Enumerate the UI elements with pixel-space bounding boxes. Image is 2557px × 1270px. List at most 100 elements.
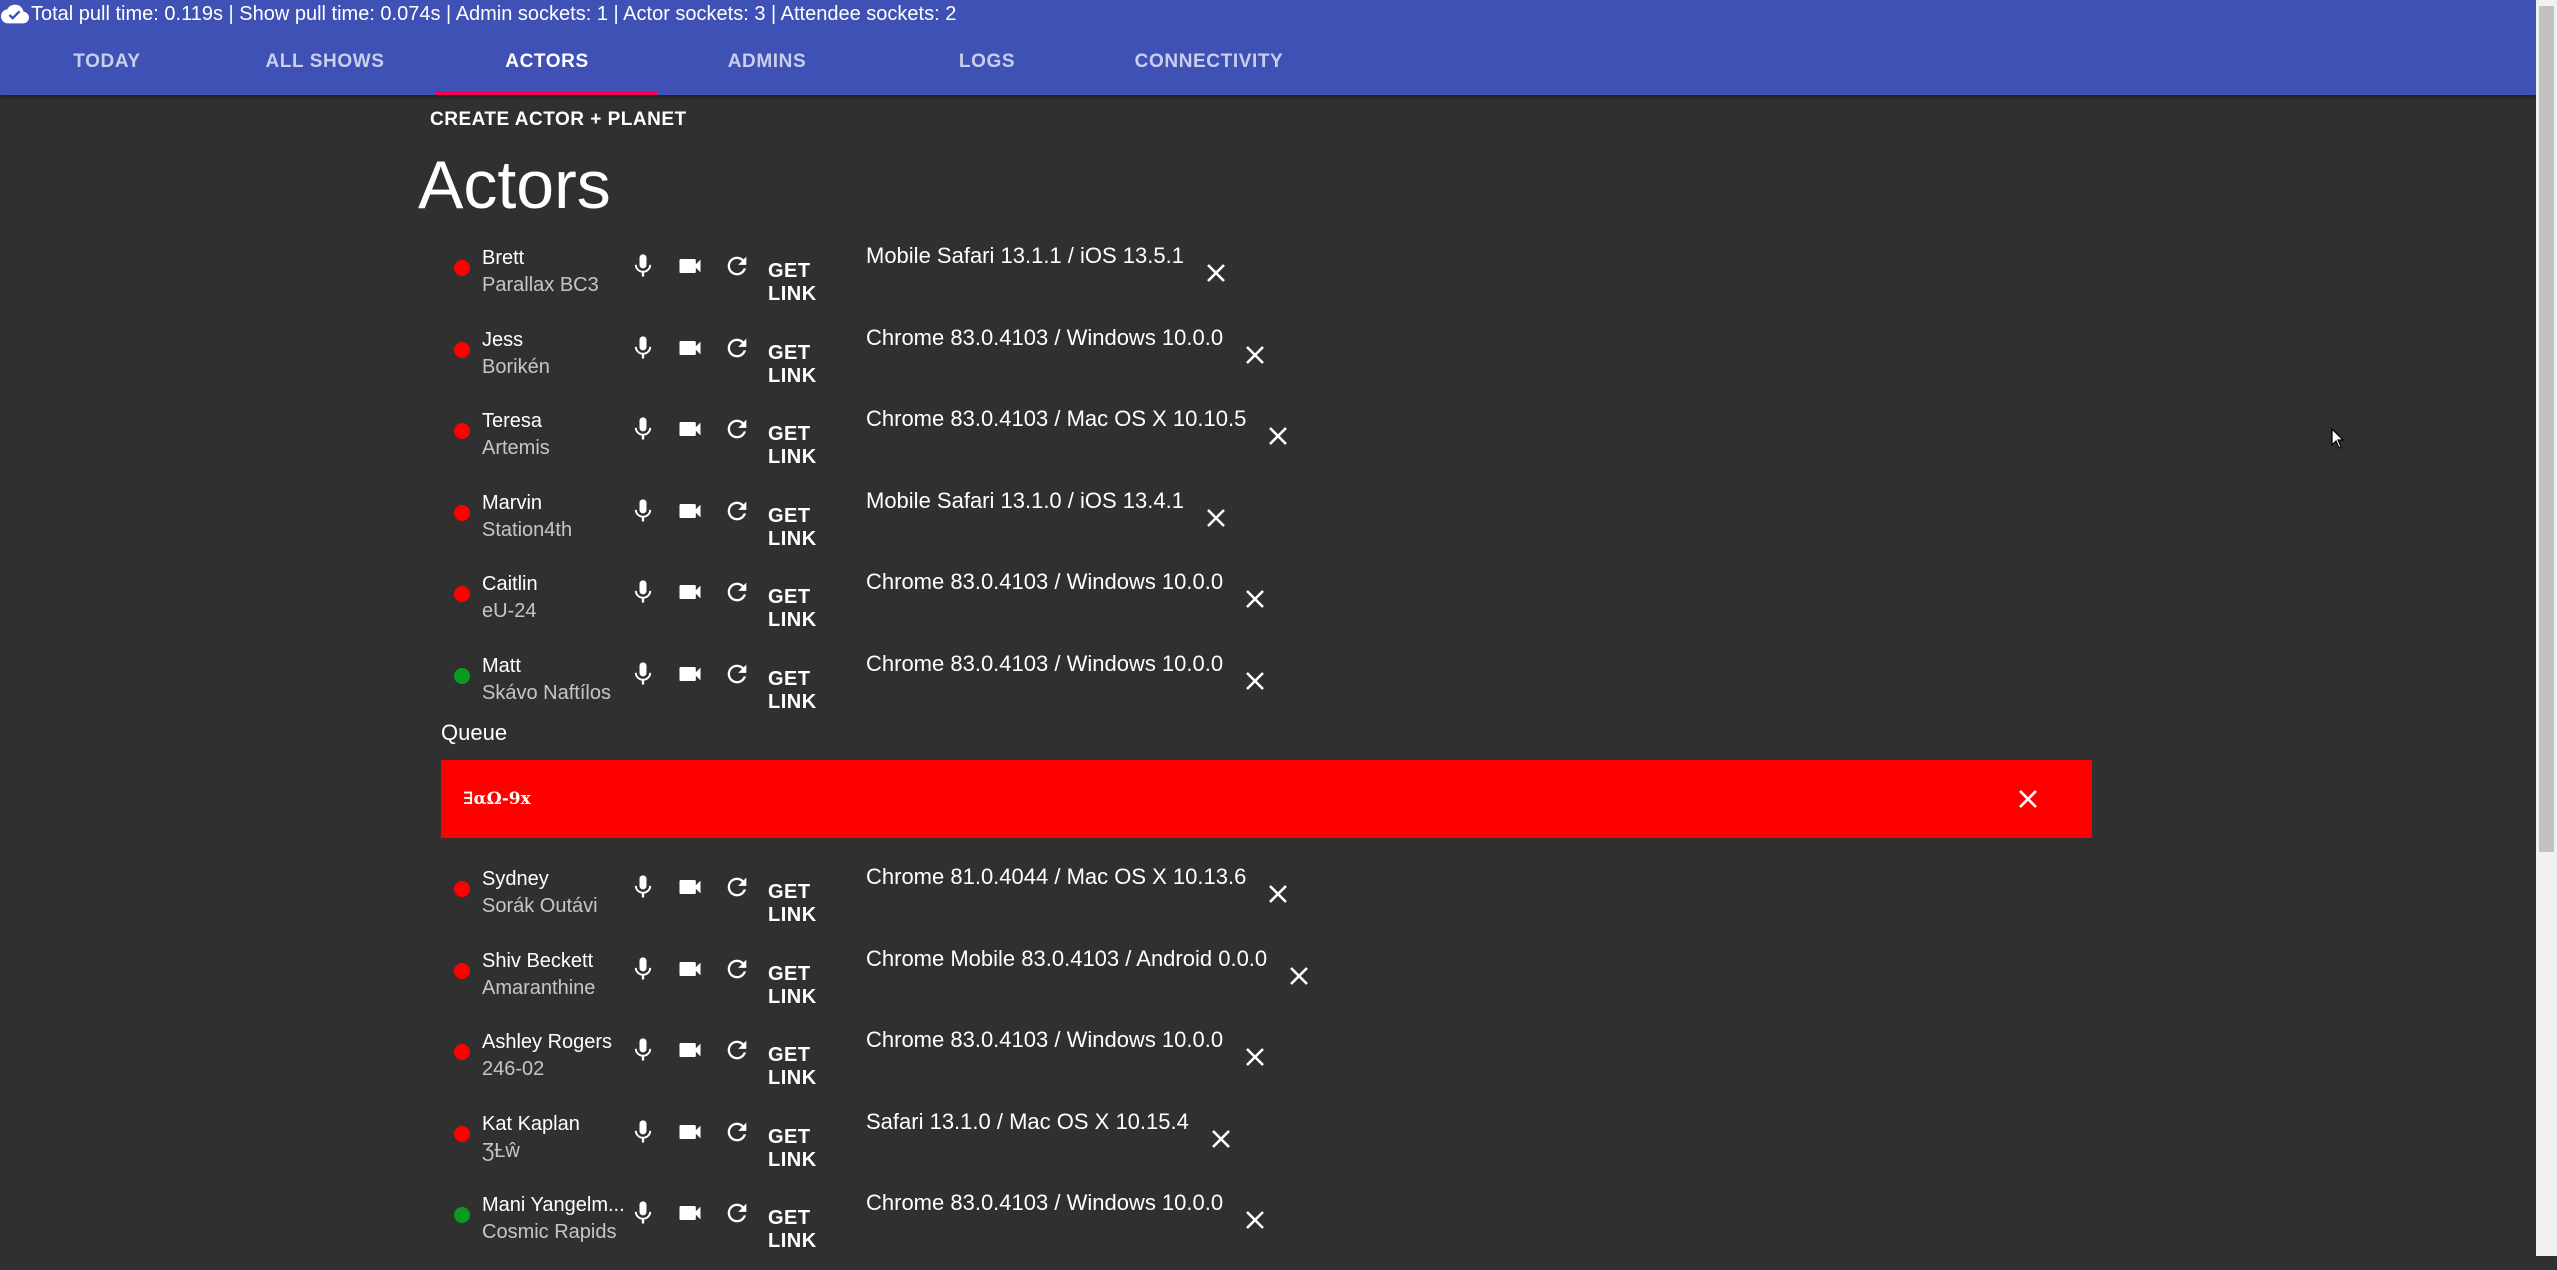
refresh-button[interactable]: [717, 1030, 757, 1070]
get-link-button[interactable]: GET LINK: [768, 423, 817, 469]
refresh-button[interactable]: [717, 328, 757, 368]
mic-icon: [634, 1038, 652, 1061]
refresh-icon: [727, 501, 747, 521]
refresh-button[interactable]: [717, 572, 757, 612]
get-link-button[interactable]: GET LINK: [768, 881, 817, 927]
actor-name: Marvin: [482, 492, 543, 514]
actor-planet: Amaranthine: [482, 977, 596, 999]
client-info: Chrome 83.0.4103 / Windows 10.0.0: [866, 651, 1224, 676]
actor-name: Matt: [482, 655, 521, 677]
refresh-icon: [727, 256, 747, 276]
remove-actor-button[interactable]: [1281, 958, 1317, 994]
videocam-icon: [679, 1206, 701, 1220]
client-info: Chrome Mobile 83.0.4103 / Android 0.0.0: [866, 946, 1268, 971]
scrollbar-thumb[interactable]: [2539, 6, 2554, 852]
refresh-button[interactable]: [717, 409, 757, 449]
get-link-button[interactable]: GET LINK: [768, 1207, 817, 1253]
tab-bar: TODAY ALL SHOWS ACTORS ADMINS LOGS CONNE…: [0, 28, 1320, 95]
camera-button[interactable]: [670, 409, 710, 449]
scrollbar[interactable]: [2536, 0, 2557, 1256]
mic-button[interactable]: [623, 572, 663, 612]
camera-button[interactable]: [670, 491, 710, 531]
actor-name: Mani Yangelm...: [482, 1194, 625, 1216]
actor-planet: Station4th: [482, 519, 573, 541]
refresh-button[interactable]: [717, 1193, 757, 1233]
mic-button[interactable]: [623, 328, 663, 368]
tab-logs[interactable]: LOGS: [876, 28, 1098, 95]
get-link-button[interactable]: GET LINK: [768, 668, 817, 714]
tab-today[interactable]: TODAY: [0, 28, 214, 95]
remove-actor-button[interactable]: [1203, 1121, 1239, 1157]
mic-icon: [634, 1201, 652, 1224]
camera-button[interactable]: [670, 949, 710, 989]
client-info: Chrome 83.0.4103 / Mac OS X 10.10.5: [866, 406, 1247, 431]
tab-all-shows[interactable]: ALL SHOWS: [214, 28, 436, 95]
status-text: Total pull time: 0.119s | Show pull time…: [31, 2, 957, 25]
mic-icon: [634, 957, 652, 980]
mic-button[interactable]: [623, 491, 663, 531]
mic-button[interactable]: [623, 1030, 663, 1070]
camera-button[interactable]: [670, 654, 710, 694]
videocam-icon: [679, 667, 701, 681]
camera-button[interactable]: [670, 1112, 710, 1152]
refresh-button[interactable]: [717, 1112, 757, 1152]
connection-status-dot: [454, 881, 470, 897]
connection-status-dot: [454, 1207, 470, 1223]
remove-actor-button[interactable]: [1260, 418, 1296, 454]
tab-actors[interactable]: ACTORS: [436, 28, 658, 95]
camera-button[interactable]: [670, 867, 710, 907]
camera-button[interactable]: [670, 246, 710, 286]
actor-planet: ƷȽŵ: [482, 1140, 520, 1162]
get-link-button[interactable]: GET LINK: [768, 1044, 817, 1090]
camera-button[interactable]: [670, 572, 710, 612]
get-link-button[interactable]: GET LINK: [768, 1126, 817, 1172]
actor-name: Jess: [482, 329, 524, 351]
mic-button[interactable]: [623, 654, 663, 694]
queue-item[interactable]: ∃αΩ-9x: [441, 760, 2092, 838]
connection-status-dot: [454, 260, 470, 276]
tab-connectivity[interactable]: CONNECTIVITY: [1098, 28, 1320, 95]
get-link-button[interactable]: GET LINK: [768, 586, 817, 632]
refresh-button[interactable]: [717, 654, 757, 694]
get-link-button[interactable]: GET LINK: [768, 260, 817, 306]
mic-button[interactable]: [623, 867, 663, 907]
remove-actor-button[interactable]: [1198, 255, 1234, 291]
camera-button[interactable]: [670, 1030, 710, 1070]
mic-button[interactable]: [623, 1112, 663, 1152]
create-actor-planet-button[interactable]: CREATE ACTOR + PLANET: [430, 104, 687, 136]
actor-name: Kat Kaplan: [482, 1113, 580, 1135]
queue-remove-button[interactable]: [2009, 780, 2047, 818]
close-icon: [1269, 885, 1287, 903]
camera-button[interactable]: [670, 328, 710, 368]
mic-icon: [634, 417, 652, 440]
remove-actor-button[interactable]: [1237, 581, 1273, 617]
get-link-button[interactable]: GET LINK: [768, 505, 817, 551]
client-info: Chrome 83.0.4103 / Windows 10.0.0: [866, 1190, 1224, 1215]
remove-actor-button[interactable]: [1237, 1202, 1273, 1238]
mic-button[interactable]: [623, 409, 663, 449]
refresh-icon: [727, 1203, 747, 1223]
refresh-button[interactable]: [717, 246, 757, 286]
remove-actor-button[interactable]: [1237, 663, 1273, 699]
videocam-icon: [679, 962, 701, 976]
remove-actor-button[interactable]: [1198, 500, 1234, 536]
page-title: Actors: [418, 147, 611, 223]
actor-planet: eU-24: [482, 600, 537, 622]
client-info: Mobile Safari 13.1.0 / iOS 13.4.1: [866, 488, 1184, 513]
remove-actor-button[interactable]: [1237, 1039, 1273, 1075]
remove-actor-button[interactable]: [1237, 337, 1273, 373]
mic-button[interactable]: [623, 1193, 663, 1233]
get-link-button[interactable]: GET LINK: [768, 342, 817, 388]
camera-button[interactable]: [670, 1193, 710, 1233]
client-info: Chrome 83.0.4103 / Windows 10.0.0: [866, 325, 1224, 350]
close-icon: [1207, 509, 1225, 527]
close-icon: [1269, 427, 1287, 445]
get-link-button[interactable]: GET LINK: [768, 963, 817, 1009]
refresh-button[interactable]: [717, 491, 757, 531]
mic-button[interactable]: [623, 949, 663, 989]
mic-button[interactable]: [623, 246, 663, 286]
refresh-button[interactable]: [717, 867, 757, 907]
remove-actor-button[interactable]: [1260, 876, 1296, 912]
refresh-button[interactable]: [717, 949, 757, 989]
tab-admins[interactable]: ADMINS: [658, 28, 876, 95]
